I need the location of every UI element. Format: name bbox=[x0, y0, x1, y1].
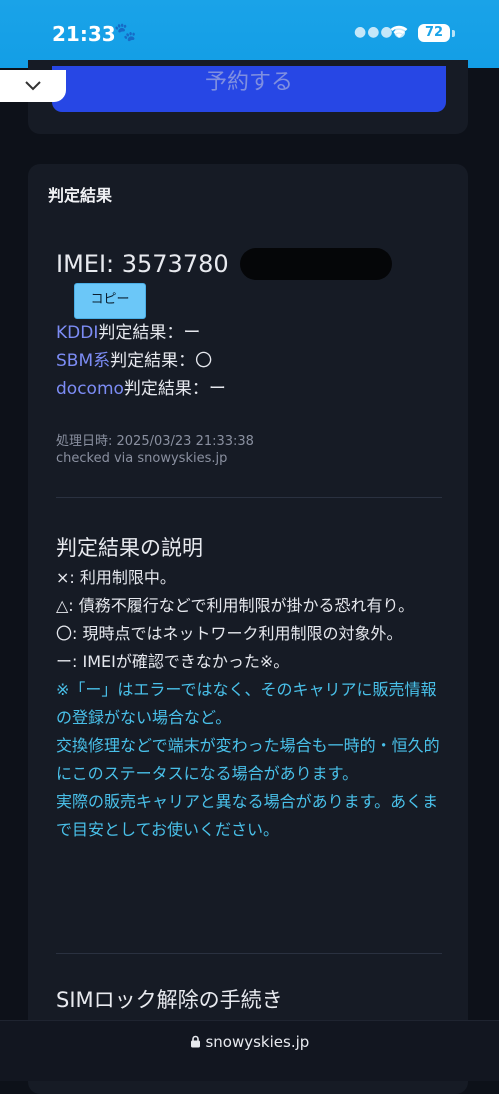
copy-button[interactable]: コピー bbox=[74, 283, 146, 319]
processed-time: 処理日時: 2025/03/23 21:33:38 bbox=[56, 434, 254, 449]
explanation-line: △: 債務不履行などで利用制限が掛かる恐れ有り。 bbox=[56, 596, 415, 615]
divider bbox=[56, 497, 442, 498]
result-status: 判定結果：〇 bbox=[110, 351, 213, 371]
carrier-link-docomo[interactable]: docomo bbox=[56, 379, 124, 399]
battery-level: 72 bbox=[418, 24, 450, 42]
chevron-down-icon bbox=[24, 77, 42, 96]
carrier-link-sbm[interactable]: SBM系 bbox=[56, 351, 110, 371]
explanation-note: 交換修理などで端末が変わった場合も一時的・恒久的にこのステータスになる場合があり… bbox=[56, 736, 440, 783]
result-row-sbm: SBM系判定結果：〇 bbox=[56, 346, 212, 371]
url-text: snowyskies.jp bbox=[205, 1033, 310, 1051]
paw-icon: 🐾 bbox=[114, 22, 137, 43]
explanation-line: 〇: 現時点ではネットワーク利用制限の対象外。 bbox=[56, 624, 403, 643]
explanation-title: 判定結果の説明 bbox=[56, 536, 203, 560]
checked-via: checked via snowyskies.jp bbox=[56, 451, 228, 466]
browser-address-bar[interactable]: snowyskies.jp bbox=[0, 1020, 499, 1081]
status-time: 21:33 bbox=[52, 22, 116, 46]
result-status: 判定結果：ー bbox=[123, 379, 226, 399]
result-row-docomo: docomo判定結果：ー bbox=[56, 374, 226, 399]
sim-unlock-title: SIMロック解除の手続き bbox=[56, 988, 283, 1012]
collapse-toggle[interactable] bbox=[0, 70, 66, 102]
status-bar: 21:33 🐾 ●●●● 72 bbox=[0, 0, 499, 68]
reserve-button[interactable]: 予約する bbox=[52, 66, 446, 112]
divider bbox=[56, 953, 442, 954]
imei-value: IMEI: 3573780 bbox=[56, 250, 229, 278]
explanation-body: ×: 利用制限中。 △: 債務不履行などで利用制限が掛かる恐れ有り。 〇: 現時… bbox=[56, 564, 446, 844]
result-title: 判定結果 bbox=[48, 186, 113, 205]
explanation-note: ※「ー」はエラーではなく、そのキャリアに販売情報の登録がない場合など。 bbox=[56, 680, 437, 727]
url-display[interactable]: snowyskies.jp bbox=[0, 1033, 499, 1051]
explanation-line: ー: IMEIが確認できなかった※。 bbox=[56, 652, 290, 671]
explanation-note: 実際の販売キャリアと異なる場合があります。あくまで目安としてお使いください。 bbox=[56, 792, 439, 839]
result-row-kddi: KDDI判定結果：ー bbox=[56, 318, 200, 343]
lock-icon bbox=[190, 1033, 206, 1051]
explanation-line: ×: 利用制限中。 bbox=[56, 568, 176, 587]
result-status: 判定結果：ー bbox=[98, 323, 201, 343]
wifi-icon bbox=[388, 22, 410, 44]
carrier-link-kddi[interactable]: KDDI bbox=[56, 323, 98, 343]
battery-icon bbox=[452, 30, 455, 37]
redaction-mark bbox=[240, 248, 392, 280]
